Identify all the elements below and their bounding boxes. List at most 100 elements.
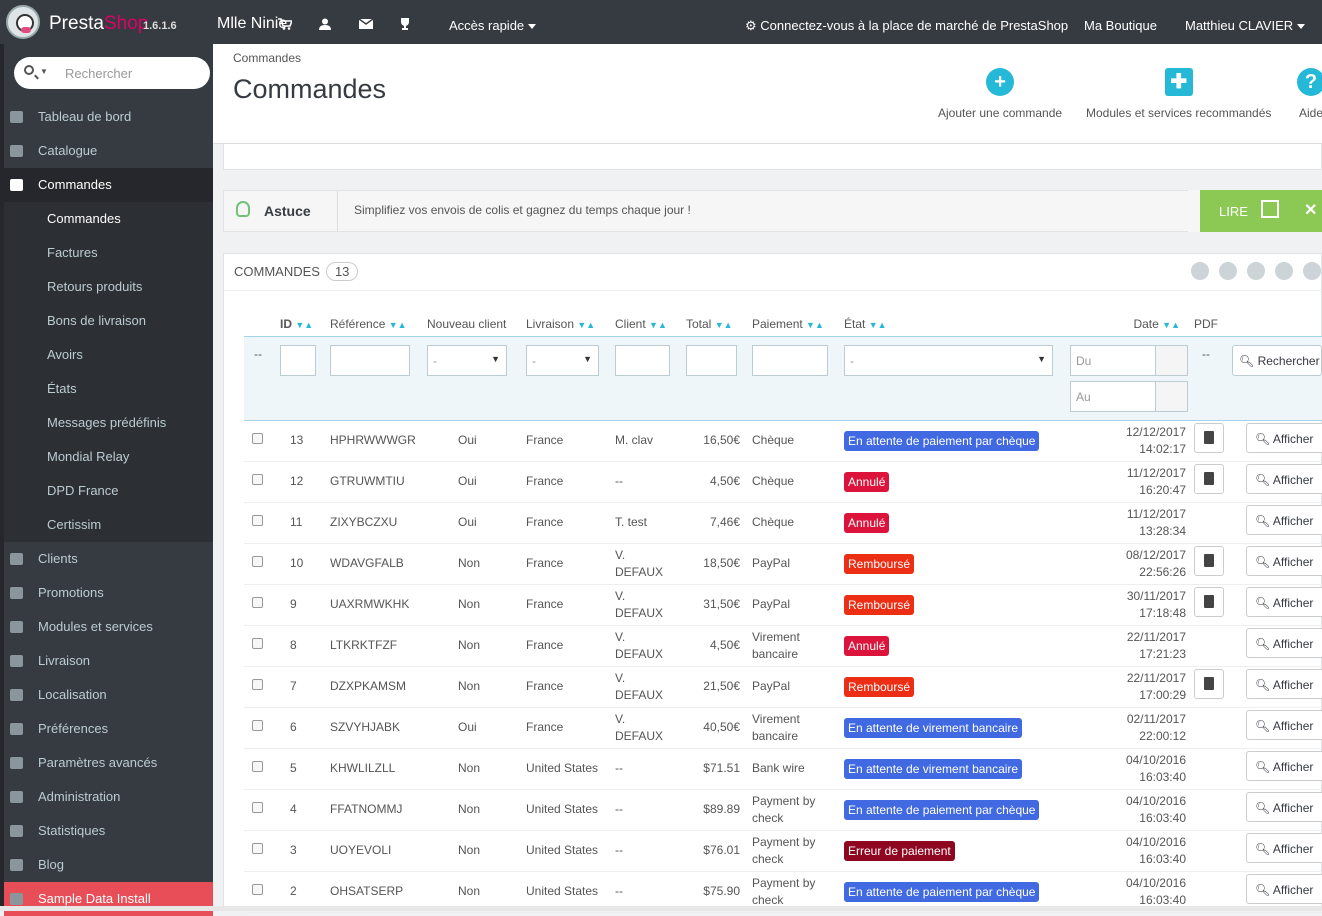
row-checkbox[interactable] [252,761,263,772]
sidebar-item[interactable]: Livraison [4,644,213,678]
filter-date-from[interactable]: Du [1070,344,1188,376]
search-button[interactable]: 🔍︎ Rechercher [1232,344,1322,376]
chevron-down-icon[interactable]: ▼ [40,67,48,76]
prestashop-logo[interactable] [6,5,40,39]
view-order-button[interactable]: 🔍︎ Afficher [1246,669,1322,699]
refresh-icon[interactable] [1247,262,1265,280]
row-checkbox[interactable] [252,556,263,567]
table-row[interactable]: 6 SZVYHJABK Oui France V. DEFAUX 40,50€ Vireme… [244,707,1322,749]
horizontal-scrollbar[interactable] [0,906,1322,911]
row-checkbox[interactable] [252,474,263,485]
sidebar-subitem[interactable]: Factures [4,236,213,270]
table-row[interactable]: 8 LTKRKTFZF Non France V. DEFAUX 4,50€ Viremen… [244,625,1322,667]
filter-state-select[interactable]: - ▼ [844,344,1053,376]
customer-icon[interactable] [318,18,332,30]
marketplace-link[interactable]: ⚙ Connectez-vous à la place de marché de… [745,18,1068,34]
filter-reference-input[interactable] [330,344,410,376]
row-checkbox[interactable] [252,720,263,731]
sql-query-icon[interactable] [1275,262,1293,280]
sidebar-subitem[interactable]: Messages prédéfinis [4,406,213,440]
filter-delivery-select[interactable]: - ▼ [526,344,599,376]
col-delivery[interactable]: Livraison ▼▲ [526,312,615,336]
row-checkbox[interactable] [252,843,263,854]
view-order-button[interactable]: 🔍︎ Afficher [1246,751,1322,781]
sidebar-item[interactable]: Administration [4,780,213,814]
calendar-icon[interactable] [1155,345,1187,375]
pdf-invoice-button[interactable] [1194,423,1224,453]
col-reference[interactable]: Référence ▼▲ [330,312,427,336]
table-row[interactable]: 4 FFATNOMMJ Non United States -- $89.89 Paymen… [244,789,1322,831]
add-order-button[interactable]: + Ajouter une commande [938,68,1062,120]
filter-payment-input[interactable] [752,344,828,376]
table-row[interactable]: 9 UAXRMWKHK Non France V. DEFAUX 31,50€ PayPal… [244,584,1322,626]
filter-new-client-select[interactable]: - ▼ [427,344,507,376]
pdf-invoice-button[interactable] [1194,546,1224,576]
read-tip-button[interactable]: LIRE ✕ [1188,190,1322,232]
close-icon[interactable]: ✕ [1304,200,1317,220]
sidebar-subitem[interactable]: DPD France [4,474,213,508]
user-menu[interactable]: Matthieu CLAVIER [1185,18,1306,33]
col-date[interactable]: Date ▼▲ [1064,312,1194,336]
trophy-icon[interactable] [398,18,412,30]
row-checkbox[interactable] [252,884,263,895]
sidebar-subitem[interactable]: États [4,372,213,406]
view-order-button[interactable]: 🔍︎ Afficher [1246,464,1322,494]
sidebar-search[interactable]: ▼ Rechercher [14,57,210,89]
sidebar-item[interactable]: Commandes [4,168,213,202]
export-icon[interactable] [1219,262,1237,280]
row-checkbox[interactable] [252,433,263,444]
filter-client-input[interactable] [615,344,670,376]
sidebar-item[interactable]: Catalogue [4,134,213,168]
sidebar-subitem[interactable]: Commandes [4,202,213,236]
sidebar-subitem[interactable]: Mondial Relay [4,440,213,474]
pdf-invoice-button[interactable] [1194,464,1224,494]
table-row[interactable]: 13 HPHRWWWGR Oui France M. clav 16,50€ Chèque E… [244,420,1322,462]
cart-icon[interactable] [278,18,292,30]
sidebar-item[interactable]: Blog [4,848,213,882]
sidebar-item[interactable]: Modules et services [4,610,213,644]
search-icon[interactable] [24,65,34,75]
sidebar-item[interactable]: Clients [4,542,213,576]
table-row[interactable]: 12 GTRUWMTIU Oui France -- 4,50€ Chèque Annulé 1… [244,461,1322,503]
table-row[interactable]: 5 KHWLILZLL Non United States -- $71.51 Bank w… [244,748,1322,790]
help-button[interactable]: ? Aide [1297,68,1322,120]
view-order-button[interactable]: 🔍︎ Afficher [1246,505,1322,535]
view-order-button[interactable]: 🔍︎ Afficher [1246,587,1322,617]
search-input[interactable]: Rechercher [65,66,132,81]
sidebar-item[interactable]: Localisation [4,678,213,712]
col-total[interactable]: Total ▼▲ [686,312,752,336]
shop-name[interactable]: Mlle Ninie [217,15,287,33]
sidebar-item[interactable]: Promotions [4,576,213,610]
sidebar-item[interactable]: Statistiques [4,814,213,848]
row-checkbox[interactable] [252,802,263,813]
view-order-button[interactable]: 🔍︎ Afficher [1246,710,1322,740]
table-row[interactable]: 3 UOYEVOLI Non United States -- $76.01 Payment… [244,830,1322,872]
col-id[interactable]: ID ▼▲ [280,312,330,336]
col-payment[interactable]: Paiement ▼▲ [752,312,844,336]
quick-access-menu[interactable]: Accès rapide [449,18,537,33]
filter-total-input[interactable] [686,344,737,376]
table-row[interactable]: 10 WDAVGFALB Non France V. DEFAUX 18,50€ PayPa… [244,543,1322,585]
filter-date-to[interactable]: Au [1070,380,1188,412]
add-icon[interactable] [1191,262,1209,280]
pdf-invoice-button[interactable] [1194,587,1224,617]
sidebar-item[interactable]: Préférences [4,712,213,746]
view-order-button[interactable]: 🔍︎ Afficher [1246,546,1322,576]
row-checkbox[interactable] [252,597,263,608]
breadcrumb[interactable]: Commandes [233,51,301,65]
view-order-button[interactable]: 🔍︎ Afficher [1246,874,1322,904]
view-order-button[interactable]: 🔍︎ Afficher [1246,833,1322,863]
col-state[interactable]: État ▼▲ [844,312,1064,336]
row-checkbox[interactable] [252,679,263,690]
sidebar-subitem[interactable]: Retours produits [4,270,213,304]
sidebar-subitem[interactable]: Avoirs [4,338,213,372]
my-shop-link[interactable]: Ma Boutique [1084,18,1157,33]
envelope-icon[interactable] [359,18,373,30]
pdf-invoice-button[interactable] [1194,669,1224,699]
view-order-button[interactable]: 🔍︎ Afficher [1246,423,1322,453]
view-order-button[interactable]: 🔍︎ Afficher [1246,628,1322,658]
row-checkbox[interactable] [252,638,263,649]
sidebar-subitem[interactable]: Bons de livraison [4,304,213,338]
filter-id-input[interactable] [280,344,316,376]
row-checkbox[interactable] [252,515,263,526]
